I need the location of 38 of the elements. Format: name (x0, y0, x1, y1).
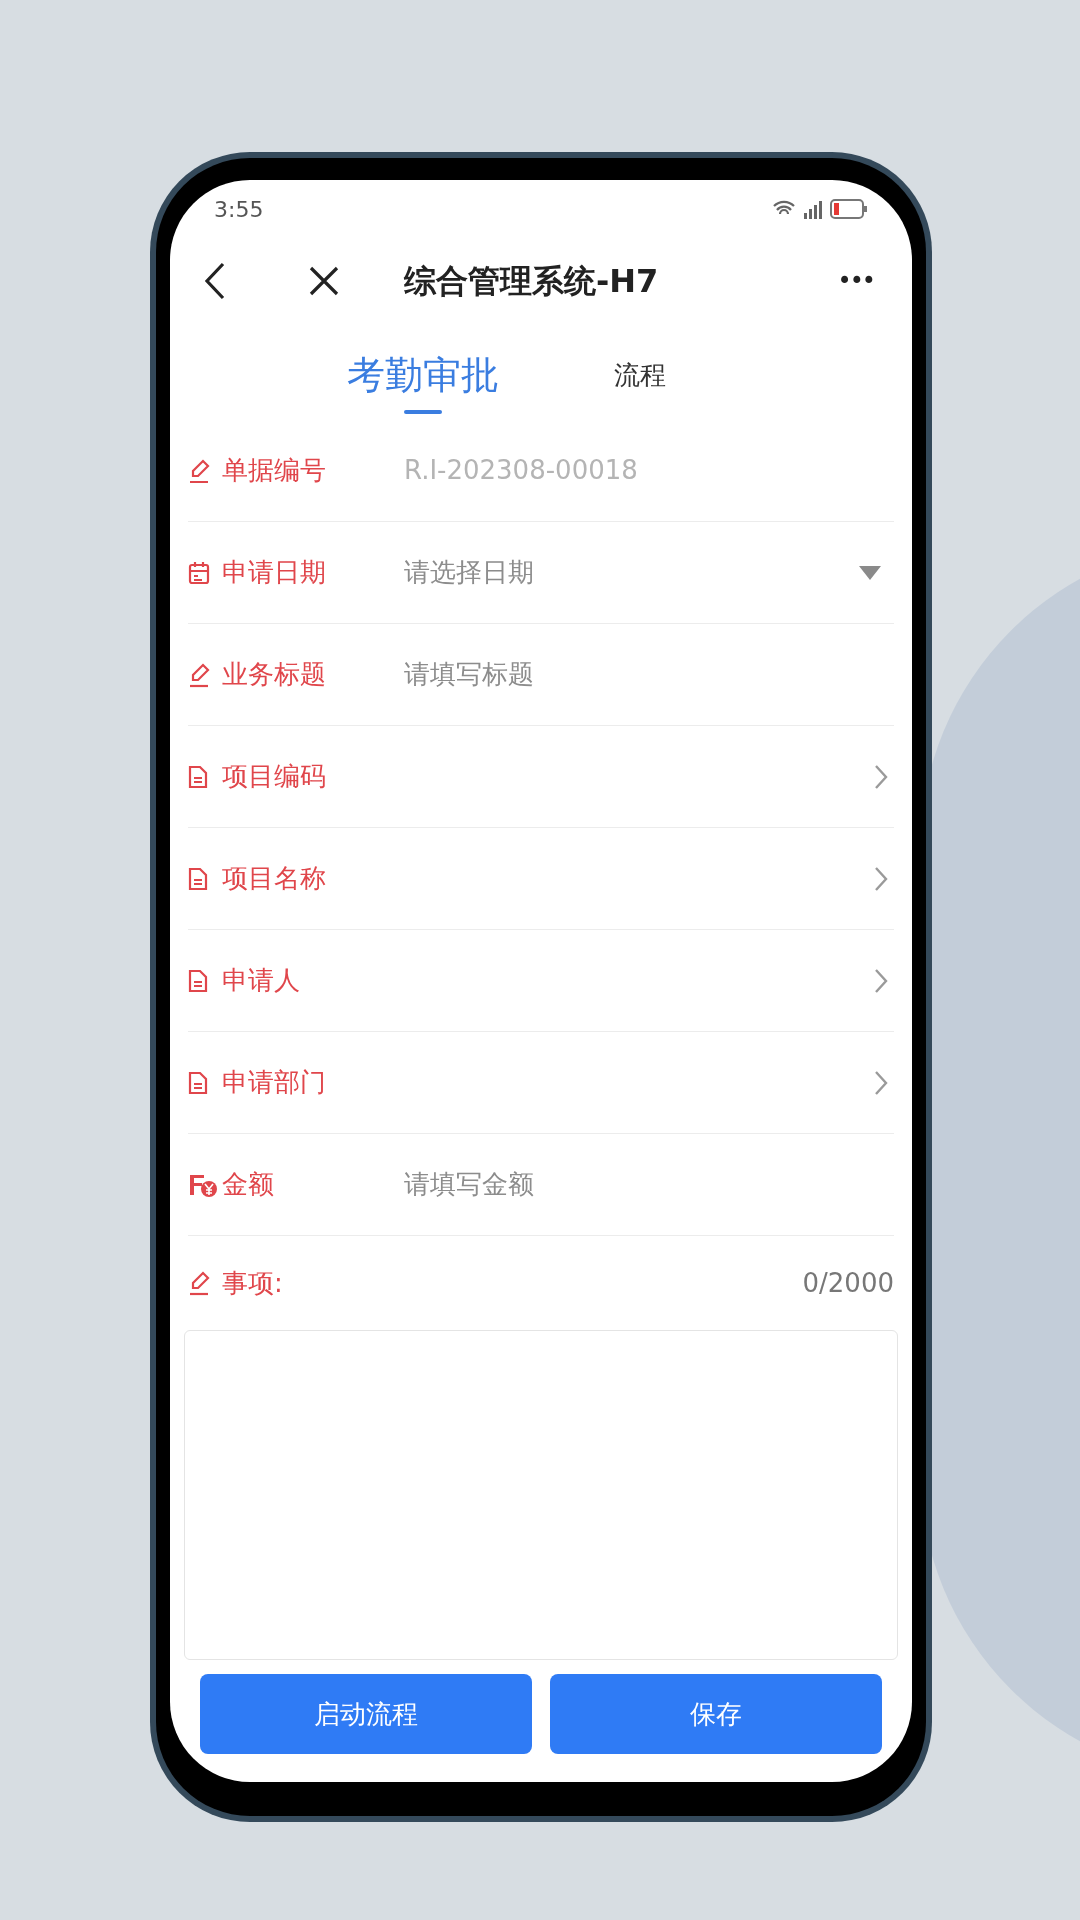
tab[interactable]: 流程 (614, 330, 666, 420)
field-label: 申请部门 (222, 1067, 326, 1097)
calendar-icon (188, 560, 210, 585)
dropdown-triangle-icon (858, 564, 882, 581)
document-number: R.I-202308-00018 (404, 454, 638, 487)
signal-icon (802, 199, 824, 219)
close-icon (308, 265, 340, 297)
action-button[interactable]: 保存 (550, 1674, 882, 1754)
field-label: 单据编号 (222, 455, 326, 485)
status-time: 3:55 (214, 195, 264, 224)
text-input[interactable]: 请填写金额 (404, 1165, 894, 1204)
document-icon (188, 764, 208, 789)
battery-icon (830, 198, 868, 220)
page-title: 综合管理系统-H7 (404, 261, 659, 302)
field-label: 项目编码 (222, 761, 326, 791)
chevron-right-icon (874, 763, 888, 790)
chevron-right-icon (874, 865, 888, 892)
chevron-right-icon (874, 1069, 888, 1096)
action-button[interactable]: 启动流程 (200, 1674, 532, 1754)
tab[interactable]: 考勤审批 (347, 330, 499, 420)
date-picker[interactable]: 请选择日期 (404, 553, 894, 592)
more-button[interactable]: ••• (837, 263, 874, 299)
chevron-right-icon (874, 967, 888, 994)
field-label: 业务标题 (222, 659, 326, 689)
pencil-icon (188, 457, 212, 484)
document-icon (188, 1070, 208, 1095)
pencil-icon (188, 661, 212, 688)
field-label: 申请日期 (222, 557, 326, 587)
document-icon (188, 866, 208, 891)
field-label: 金额 (222, 1169, 274, 1199)
field-label: 项目名称 (222, 863, 326, 893)
character-counter: 0/2000 (802, 1266, 894, 1300)
field-label: 申请人 (222, 965, 300, 995)
text-input[interactable]: 请填写标题 (404, 655, 894, 694)
field-label: 事项: (221, 1266, 283, 1300)
document-icon (188, 968, 208, 993)
back-icon (204, 262, 226, 300)
pencil-icon (188, 1270, 212, 1296)
